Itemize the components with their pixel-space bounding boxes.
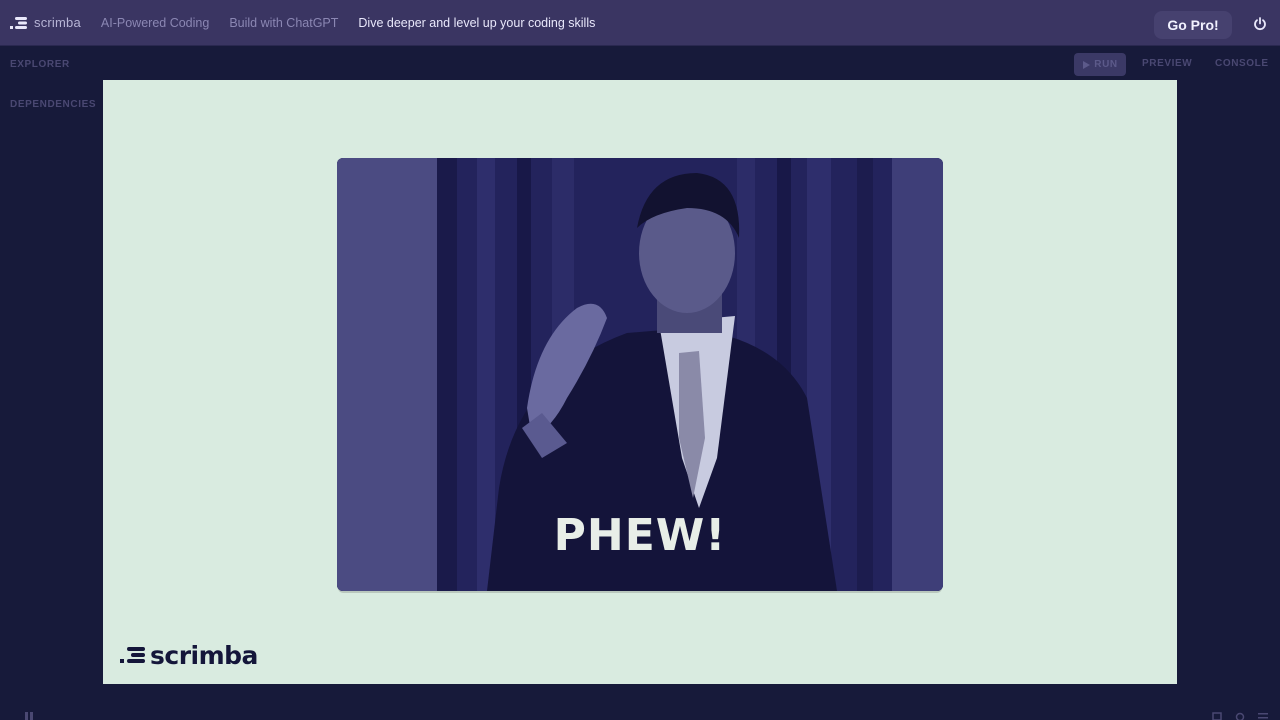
breadcrumb-lesson: Dive deeper and level up your coding ski… xyxy=(358,15,596,30)
brand-link[interactable]: scrimba xyxy=(10,0,81,46)
watermark-text: scrimba xyxy=(150,640,258,670)
breadcrumb-module[interactable]: Build with ChatGPT xyxy=(229,16,338,30)
scrimba-watermark: scrimba xyxy=(120,640,258,670)
settings-icon[interactable] xyxy=(1235,712,1245,720)
bottom-bar xyxy=(0,708,1280,720)
scrimba-logo-icon xyxy=(10,16,27,29)
tab-preview[interactable]: PREVIEW xyxy=(1142,58,1192,69)
pause-icon[interactable] xyxy=(24,712,34,720)
reaction-gif: PHEW! xyxy=(337,158,943,591)
fullscreen-icon[interactable] xyxy=(1212,712,1222,720)
power-button[interactable] xyxy=(1253,17,1267,31)
slide-preview: PHEW! scrimba xyxy=(103,80,1177,684)
tab-console[interactable]: CONSOLE xyxy=(1215,58,1269,69)
play-icon xyxy=(1083,60,1091,69)
go-pro-button[interactable]: Go Pro! xyxy=(1154,11,1232,39)
power-icon xyxy=(1254,17,1266,31)
scrimba-logo-icon xyxy=(120,647,145,663)
brand-name: scrimba xyxy=(34,15,81,30)
breadcrumb-course[interactable]: AI-Powered Coding xyxy=(101,16,209,30)
menu-icon[interactable] xyxy=(1258,712,1268,720)
explorer-header[interactable]: EXPLORER xyxy=(10,59,70,70)
top-navigation-bar: scrimba AI-Powered Coding Build with Cha… xyxy=(0,0,1280,46)
dependencies-header[interactable]: DEPENDENCIES xyxy=(10,99,96,110)
run-button[interactable]: RUN xyxy=(1074,53,1126,76)
run-label: RUN xyxy=(1094,59,1118,70)
gif-caption: PHEW! xyxy=(553,510,727,561)
